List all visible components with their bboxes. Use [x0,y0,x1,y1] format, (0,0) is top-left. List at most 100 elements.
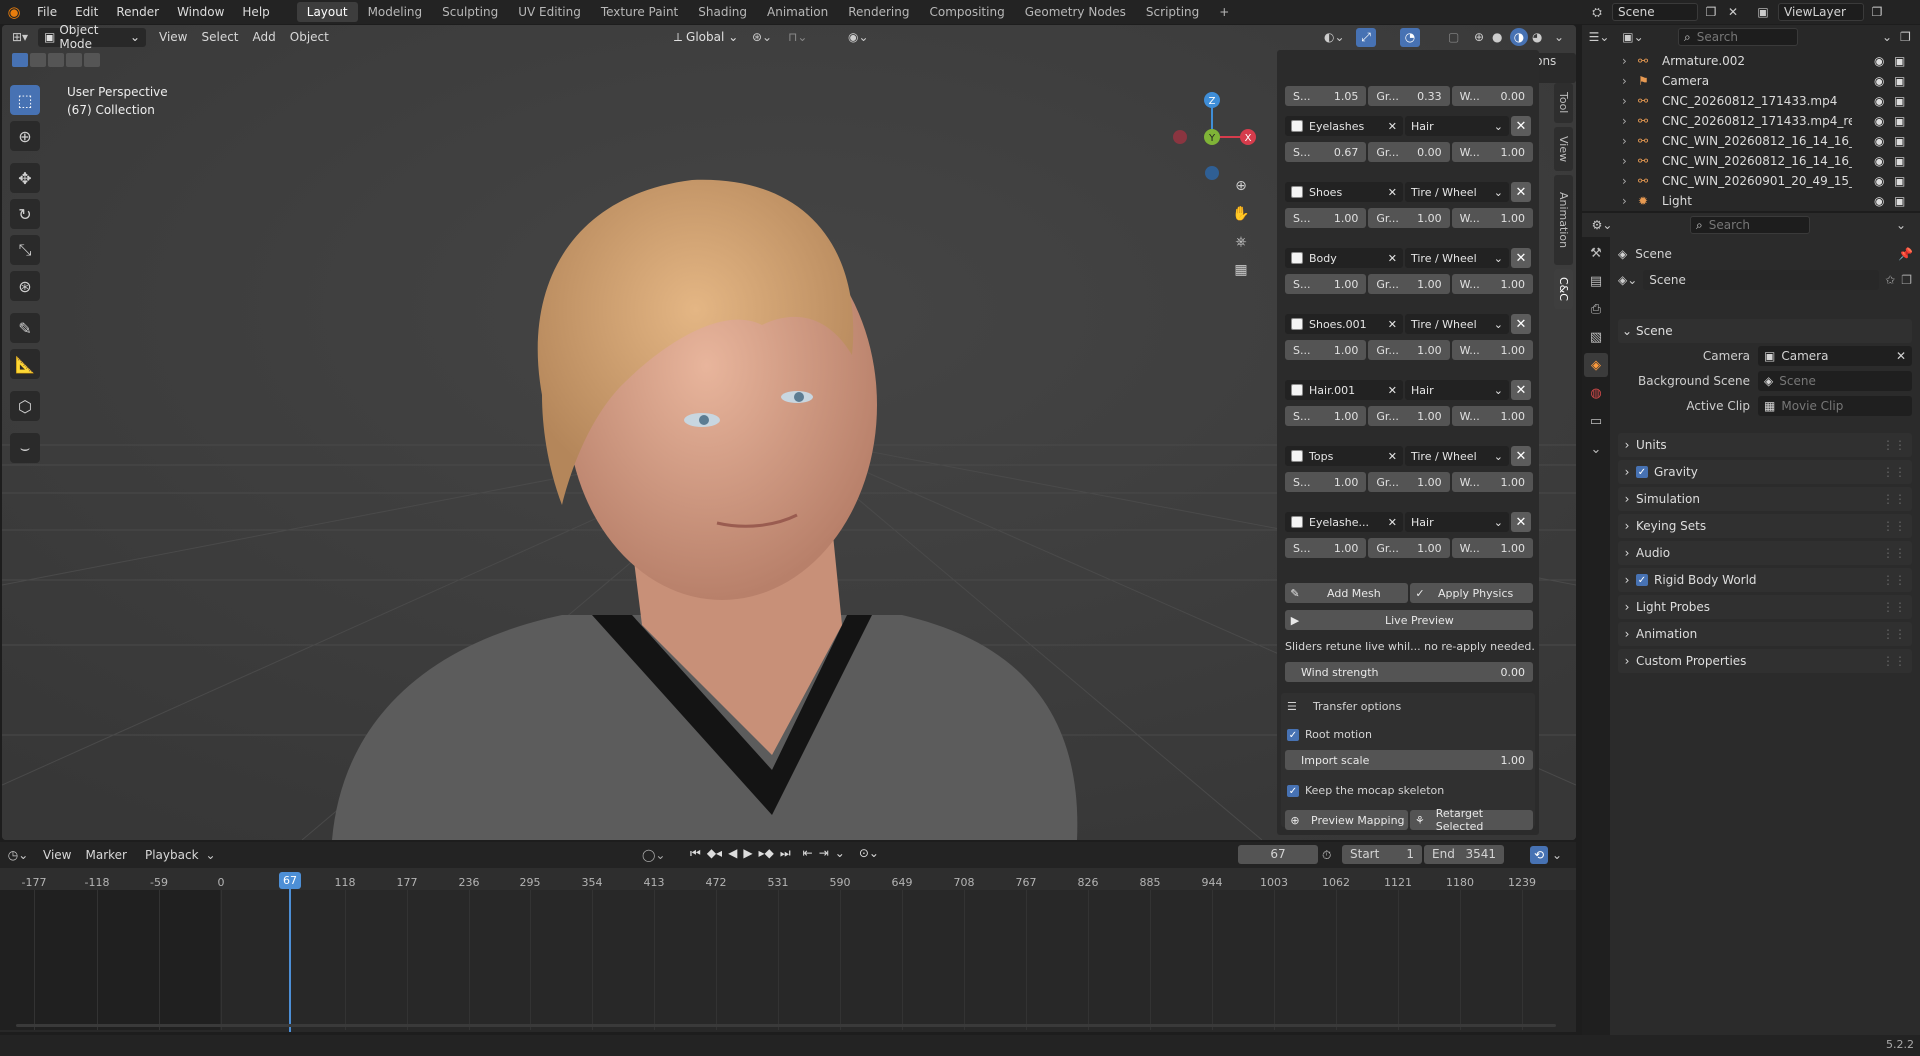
rendered-shading-icon[interactable]: ◕ [1532,30,1542,44]
transform-icon[interactable]: ⊛ [10,271,40,301]
jump-start-icon[interactable]: ⏮ [690,846,701,861]
checkbox-icon[interactable] [1291,384,1303,396]
expand-arrow-icon[interactable]: › [1622,154,1638,168]
active-clip-field[interactable]: ▦ Movie Clip [1758,396,1912,416]
weight-slider[interactable]: W... 1.00 [1451,538,1533,558]
output-tab-icon[interactable]: ⎙ [1584,297,1608,321]
weight-slider[interactable]: W... 1.00 [1451,274,1533,294]
outliner-row[interactable]: › ⚯ CNC_WIN_20260812_16_14_16_P ◉ ▣ [1582,151,1920,171]
eye-icon[interactable]: ◉ [1874,114,1884,128]
gravity-slider[interactable]: Gr... 1.00 [1368,538,1450,558]
viewport-menu-add[interactable]: Add [246,30,283,44]
menu-help[interactable]: Help [233,0,278,24]
outliner-search-input[interactable]: ⌕ Search [1678,28,1798,46]
timeline-menu-marker[interactable]: Marker [78,848,133,862]
workspace-tab-rendering[interactable]: Rendering [838,2,919,22]
tool-tab-icon[interactable]: ⚒ [1584,241,1608,265]
viewport-menu-object[interactable]: Object [283,30,336,44]
remove-item-button[interactable]: ✕ [1511,314,1531,334]
outliner-row[interactable]: › ⚯ CNC_WIN_20260901_20_49_15_P ◉ ▣ [1582,171,1920,191]
stopwatch-icon[interactable]: ⏱ [1322,848,1331,863]
timeline-menu-playback[interactable]: Playback [138,848,206,862]
section-header[interactable]: › Light Probes ⋮⋮ [1618,595,1912,619]
cloth-type-dropdown[interactable]: Hair ⌄ [1405,512,1509,532]
chevron-down-icon[interactable]: ⌄ [835,846,845,861]
rotate-icon[interactable]: ↻ [10,199,40,229]
remove-item-button[interactable]: ✕ [1511,446,1531,466]
remove-item-button[interactable]: ✕ [1511,116,1531,136]
clear-icon[interactable]: ✕ [1388,318,1397,331]
world-tab-icon[interactable]: ◍ [1584,381,1608,405]
select-box-icon[interactable]: ⬚ [10,85,40,115]
workspace-tab-modeling[interactable]: Modeling [358,2,433,22]
weight-slider[interactable]: W... 1.00 [1451,340,1533,360]
outliner-row[interactable]: › ⚯ CNC_WIN_20260812_16_14_16_P ◉ ▣ [1582,131,1920,151]
render-tab-icon[interactable]: ▤ [1584,269,1608,293]
stiffness-slider[interactable]: S... 1.00 [1285,538,1367,558]
cloth-item-name-field[interactable]: Body ✕ [1285,248,1403,268]
select-invert-icon[interactable] [66,53,82,67]
tab-tool[interactable]: Tool [1554,83,1573,123]
camera-render-icon[interactable]: ▣ [1894,74,1905,88]
cloth-item-name-field[interactable]: Eyelashe... ✕ [1285,512,1403,532]
blender-logo-icon[interactable]: ◉ [0,0,28,24]
section-header[interactable]: › Custom Properties ⋮⋮ [1618,649,1912,673]
gravity-slider[interactable]: Gr... 0.00 [1368,142,1450,162]
eye-icon[interactable]: ◉ [1874,154,1884,168]
cloth-item-name-field[interactable]: Shoes ✕ [1285,182,1403,202]
overlay-toggle-icon[interactable]: ◔ [1400,27,1420,47]
measure-icon[interactable]: 📐 [10,349,40,379]
camera-render-icon[interactable]: ▣ [1894,194,1905,208]
clear-icon[interactable]: ✕ [1388,186,1397,199]
drag-handle-icon[interactable]: ⋮⋮ [1882,492,1906,506]
outliner-row[interactable]: › ⚯ CNC_20260812_171433.mp4_reap ◉ ▣ [1582,111,1920,131]
stiffness-slider[interactable]: S... 0.67 [1285,142,1367,162]
annotate-icon[interactable]: ✎ [10,313,40,343]
live-preview-button[interactable]: ▶ Live Preview [1285,610,1533,630]
section-header[interactable]: › Simulation ⋮⋮ [1618,487,1912,511]
add-workspace-icon[interactable]: + [1209,2,1239,22]
cloth-item-name-field[interactable]: Hair.001 ✕ [1285,380,1403,400]
scale-icon[interactable]: ⤡ [10,235,40,265]
prev-marker-icon[interactable]: ⇤ [803,846,813,861]
workspace-tab-sculpting[interactable]: Sculpting [432,2,508,22]
move-icon[interactable]: ✥ [10,163,40,193]
display-mode-icon[interactable]: ▣⌄ [1616,30,1650,44]
transform-orientation-dropdown[interactable]: ⟂ Global ⌄ [668,28,744,47]
expand-arrow-icon[interactable]: › [1622,194,1638,208]
workspace-tab-uv-editing[interactable]: UV Editing [508,2,591,22]
drag-handle-icon[interactable]: ⋮⋮ [1882,654,1906,668]
select-subtract-icon[interactable] [48,53,64,67]
copy-viewlayer-icon[interactable]: ❐ [1868,5,1886,19]
drag-handle-icon[interactable]: ⋮⋮ [1882,627,1906,641]
import-scale-field[interactable]: Import scale 1.00 [1285,750,1533,770]
root-motion-checkbox[interactable]: ✓ Root motion [1287,728,1372,741]
weight-slider[interactable]: W... 1.00 [1451,472,1533,492]
playhead-frame-badge[interactable]: 67 [279,872,301,889]
record-icon[interactable]: ◯⌄ [642,848,665,862]
eye-icon[interactable]: ◉ [1874,194,1884,208]
cloth-item-name-field[interactable]: Eyelashes ✕ [1285,116,1403,136]
expand-arrow-icon[interactable]: › [1622,174,1638,188]
preview-mapping-button[interactable]: ⊕ Preview Mapping [1285,810,1408,830]
gizmo-neg-z-icon[interactable] [1205,166,1219,180]
chevron-down-icon[interactable]: ⌄ [1552,848,1562,862]
scene-selector[interactable]: Scene [1612,3,1698,21]
section-header[interactable]: › Animation ⋮⋮ [1618,622,1912,646]
outliner-row[interactable]: › ⚯ Armature.002 ◉ ▣ [1582,51,1920,71]
cloth-type-dropdown[interactable]: Hair ⌄ [1405,380,1509,400]
add-cube-icon[interactable]: ⬡ [10,391,40,421]
cloth-item-name-field[interactable]: Tops ✕ [1285,446,1403,466]
menu-file[interactable]: File [28,0,66,24]
eye-icon[interactable]: ◉ [1874,134,1884,148]
checkbox-icon[interactable] [1291,120,1303,132]
jump-end-icon[interactable]: ⏭ [780,846,791,861]
play-reverse-icon[interactable]: ◀ [728,846,737,861]
camera-render-icon[interactable]: ▣ [1894,174,1905,188]
cloth-type-dropdown[interactable]: Tire / Wheel ⌄ [1405,182,1509,202]
expand-arrow-icon[interactable]: › [1622,74,1638,88]
drag-handle-icon[interactable]: ⋮⋮ [1882,465,1906,479]
cursor-icon[interactable]: ⊕ [10,121,40,151]
drag-handle-icon[interactable]: ⋮⋮ [1882,573,1906,587]
eye-icon[interactable]: ◉ [1874,94,1884,108]
